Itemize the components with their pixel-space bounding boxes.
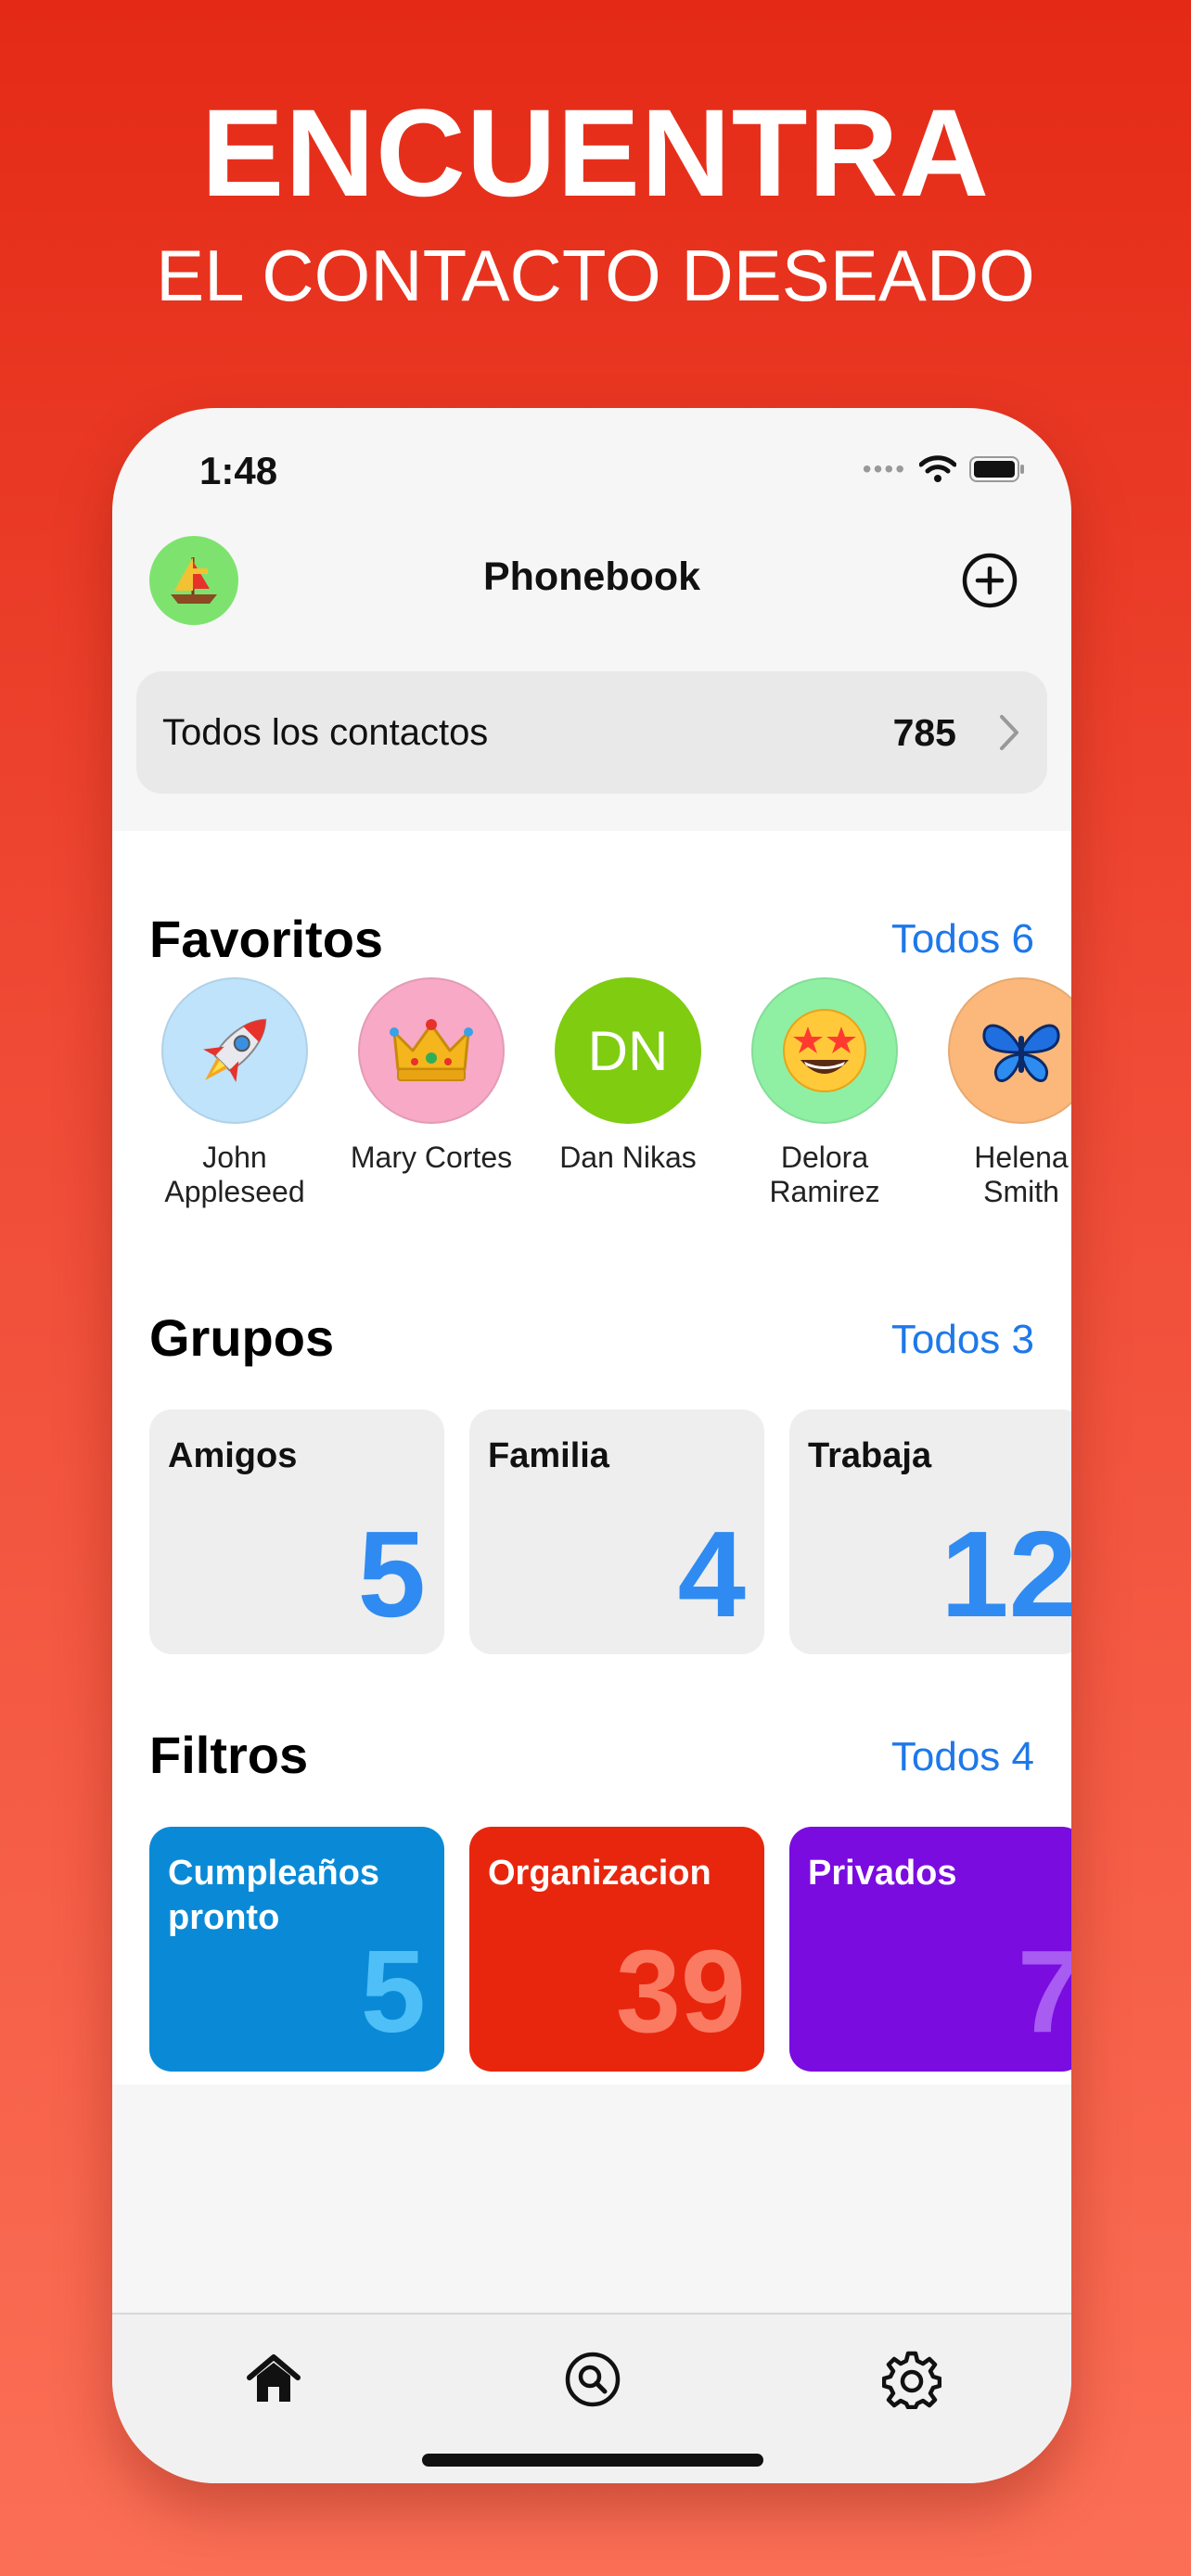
battery-icon: [969, 456, 1024, 482]
group-card-trabaja[interactable]: Trabaja 12: [789, 1409, 1071, 1654]
filter-count: 5: [360, 1926, 426, 2057]
search-icon[interactable]: [563, 2350, 622, 2409]
filter-count: 39: [615, 1926, 746, 2057]
favorite-avatar: [358, 977, 505, 1124]
promo-subheadline: EL CONTACTO DESEADO: [156, 235, 1035, 316]
app-title: Phonebook: [482, 555, 701, 599]
favorite-avatar: [751, 977, 898, 1124]
star-struck-face-icon: [783, 1009, 866, 1092]
favorite-name-line1: Dan Nikas: [559, 1141, 697, 1174]
groups-title: Grupos: [149, 1308, 335, 1367]
favorite-contact[interactable]: Mary Cortes: [348, 977, 515, 1175]
group-card-amigos[interactable]: Amigos 5: [149, 1409, 444, 1654]
favorites-all-link[interactable]: Todos 6: [891, 916, 1034, 963]
phone-screen: 1:48 •••• Phonebook Todos los contactos: [112, 408, 1071, 2483]
favorite-name-line1: Mary Cortes: [350, 1141, 513, 1174]
favorite-avatar: DN: [555, 977, 701, 1124]
group-count: 12: [941, 1506, 1071, 1642]
all-contacts-row[interactable]: Todos los contactos 785: [136, 671, 1047, 794]
status-icons: ••••: [863, 454, 1027, 484]
filter-label-line1: Cumpleaños: [168, 1854, 380, 1893]
group-label: Trabaja: [808, 1436, 932, 1475]
favorite-contact[interactable]: DN Dan Nikas: [544, 977, 711, 1175]
filter-label-line1: Privados: [808, 1854, 957, 1893]
group-count: 5: [357, 1506, 426, 1642]
filter-count: 7: [1017, 1926, 1071, 2057]
favorite-name: John Appleseed: [151, 1141, 318, 1209]
favorite-contact[interactable]: Delora Ramirez: [741, 977, 908, 1209]
favorite-name-line1: Delora: [780, 1141, 869, 1174]
group-label: Familia: [488, 1436, 609, 1475]
promo-headline: ENCUENTRA: [200, 84, 991, 223]
filter-label: Cumpleaños pronto: [168, 1851, 379, 1940]
filter-card-birthdays[interactable]: Cumpleaños pronto 5: [149, 1827, 444, 2072]
favorite-name-line2: Ramirez: [769, 1175, 880, 1208]
home-icon[interactable]: [244, 2350, 303, 2409]
chevron-right-icon: [1000, 715, 1018, 750]
favorite-name: Helena Smith: [938, 1141, 1071, 1209]
favorite-name-line2: Smith: [983, 1175, 1059, 1208]
group-card-familia[interactable]: Familia 4: [469, 1409, 764, 1654]
favorite-avatar: [161, 977, 308, 1124]
favorite-contact[interactable]: Helena Smith: [938, 977, 1071, 1209]
favorite-name: Mary Cortes: [348, 1141, 515, 1175]
favorite-name-line2: Appleseed: [164, 1175, 305, 1208]
crown-icon: [390, 1019, 473, 1081]
favorite-name: Dan Nikas: [544, 1141, 711, 1175]
favorite-name: Delora Ramirez: [741, 1141, 908, 1209]
filters-all-link[interactable]: Todos 4: [891, 1734, 1034, 1780]
favorite-name-line1: Helena: [974, 1141, 1069, 1174]
butterfly-icon: [982, 1024, 1060, 1082]
home-indicator: [422, 2454, 763, 2467]
filter-label: Organizacion: [488, 1851, 711, 1895]
group-label: Amigos: [168, 1436, 298, 1475]
plus-circle-icon[interactable]: [960, 551, 1019, 610]
all-contacts-count: 785: [892, 710, 956, 754]
rocket-icon: [203, 1018, 267, 1082]
favorite-initials: DN: [587, 1019, 669, 1082]
favorite-avatar: [948, 977, 1071, 1124]
gear-icon[interactable]: [882, 2350, 941, 2409]
filters-title: Filtros: [149, 1726, 309, 1784]
groups-all-link[interactable]: Todos 3: [891, 1317, 1034, 1363]
favorites-title: Favoritos: [149, 910, 384, 968]
group-count: 4: [677, 1506, 746, 1642]
filter-card-private[interactable]: Privados 7: [789, 1827, 1071, 2072]
favorite-contact[interactable]: John Appleseed: [151, 977, 318, 1209]
wifi-icon: [919, 455, 956, 482]
filter-card-organization[interactable]: Organizacion 39: [469, 1827, 764, 2072]
favorite-name-line1: John: [202, 1141, 267, 1174]
all-contacts-label: Todos los contactos: [162, 711, 489, 753]
filter-label-line1: Organizacion: [488, 1854, 711, 1893]
status-time: 1:48: [199, 449, 278, 492]
signal-dots-icon: ••••: [862, 454, 906, 483]
filter-label-line2: pronto: [168, 1898, 280, 1937]
filter-label: Privados: [808, 1851, 957, 1895]
